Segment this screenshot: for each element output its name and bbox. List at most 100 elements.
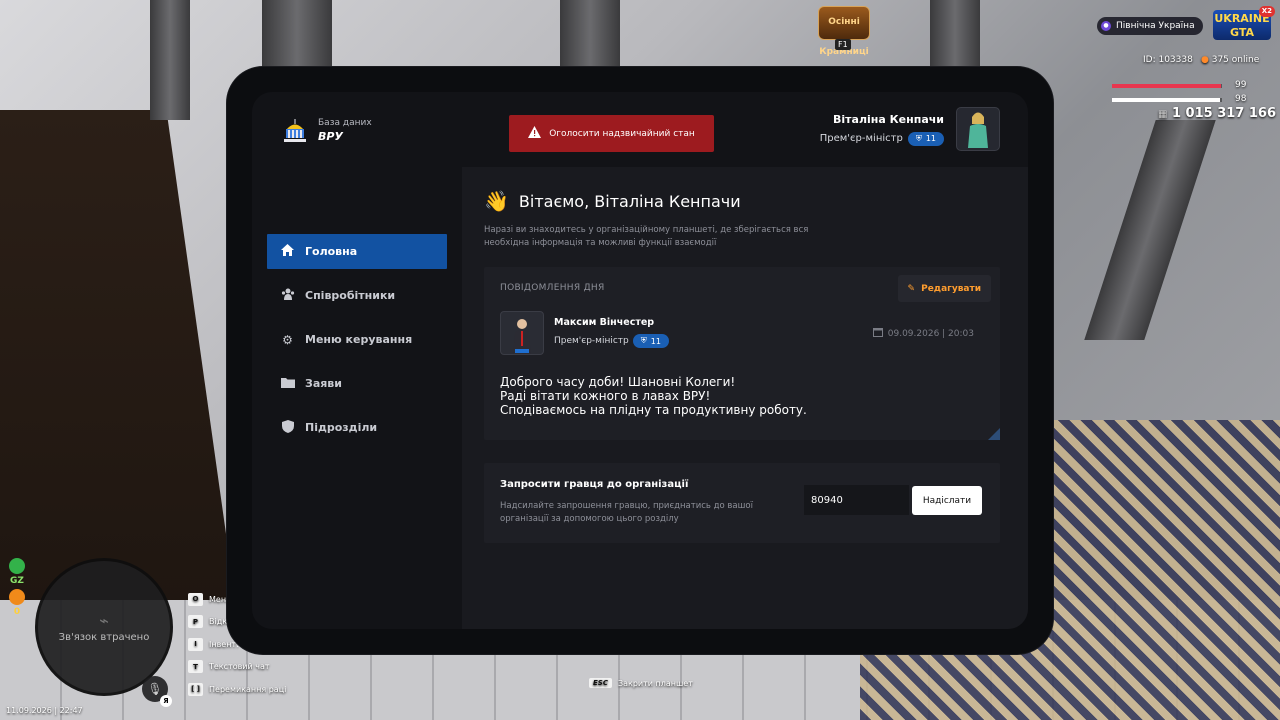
warning-icon xyxy=(528,126,542,141)
sidebar-item-label: Головна xyxy=(305,245,358,258)
author-rank-badge: ⛨ 11 xyxy=(632,334,669,348)
region-badge: ● Північна Україна xyxy=(1097,17,1203,35)
message-of-the-day-card: ПОВІДОМЛЕННЯ ДНЯ ✎ Редагувати Максим Він… xyxy=(484,267,1000,440)
keybind-label: Текстовий чат xyxy=(209,662,270,672)
declare-emergency-label: Оголосити надзвичайний стан xyxy=(549,128,695,139)
declare-emergency-button[interactable]: Оголосити надзвичайний стан xyxy=(509,115,714,152)
intro-text: Наразі ви знаходитесь у організаційному … xyxy=(484,225,809,248)
datetime: 11.09.2026 | 22:47 xyxy=(6,706,83,715)
greeting: 👋 Вітаємо, Віталіна Кенпачи xyxy=(484,189,741,213)
author-avatar xyxy=(500,311,544,355)
player-id: ID: 103338 xyxy=(1143,55,1193,65)
keybind-label: Відк xyxy=(209,617,228,627)
keybind-row: [ ] Перемикання раці xyxy=(188,678,286,701)
gz-label: GZ xyxy=(10,576,24,586)
sidebar-item-employees[interactable]: Співробітники xyxy=(267,278,447,313)
online-dot-icon: ● xyxy=(1201,55,1209,65)
key-cap: [ ] xyxy=(188,682,203,696)
user-avatar xyxy=(956,107,1000,151)
user-role: Прем'єр-міністр xyxy=(819,133,903,144)
money-value: 1 015 317 166 xyxy=(1171,106,1277,121)
armor-fill xyxy=(1112,98,1220,102)
region-label: Північна Україна xyxy=(1116,21,1195,31)
tablet-screen: База даних ВРУ Оголосити надзвичайний ст… xyxy=(252,92,1028,629)
key-cap: I xyxy=(188,637,203,651)
keybind-label: Інвент. xyxy=(209,639,239,649)
beam xyxy=(930,0,980,68)
parliament-icon xyxy=(282,118,308,143)
beam xyxy=(150,0,190,120)
beam xyxy=(1084,120,1216,340)
motd-date: 09.09.2026 | 20:03 xyxy=(872,327,974,340)
money-icon: ▦ xyxy=(1158,109,1168,120)
folder-icon xyxy=(280,377,295,391)
motd-title: ПОВІДОМЛЕННЯ ДНЯ xyxy=(500,283,605,293)
sidebar-item-divisions[interactable]: Підрозділи xyxy=(267,410,447,445)
beam xyxy=(560,0,620,68)
brand-badge: X2 xyxy=(1258,6,1275,17)
keybind-label: Перемикання раці xyxy=(209,684,287,694)
weapon-status-icon xyxy=(9,589,25,605)
sidebar-item-applications[interactable]: Заяви xyxy=(267,366,447,401)
shield-status-icon xyxy=(9,558,25,574)
status-icons: GZ 0 xyxy=(8,558,26,617)
key-cap: P xyxy=(188,615,203,629)
rank-value: 11 xyxy=(925,134,936,143)
motd-line: Раді вітати кожного в лавах ВРУ! xyxy=(500,389,711,403)
sidebar-item-label: Співробітники xyxy=(305,289,396,302)
voice-key: Я xyxy=(160,695,172,707)
invite-description: Надсилайте запрошення гравцю, приєднатис… xyxy=(500,501,753,524)
brand-logo: UKRAINE GTA X2 xyxy=(1213,6,1275,40)
send-invite-button[interactable]: Надіслати xyxy=(912,486,982,515)
close-tablet-label: Закрити планшет xyxy=(617,678,693,688)
user-profile: Віталіна Кенпачи Прем'єр-міністр ⛨ 11 xyxy=(820,107,1000,151)
sidebar-nav: Головна Співробітники ⚙ Меню керування З… xyxy=(267,234,447,454)
sidebar-item-control-menu[interactable]: ⚙ Меню керування xyxy=(267,322,447,357)
rank-shield-icon: ⛨ xyxy=(640,336,647,345)
shield-icon xyxy=(280,419,295,436)
sidebar-item-label: Заяви xyxy=(305,377,342,390)
beam xyxy=(262,0,332,70)
author-rank-value: 11 xyxy=(650,336,661,346)
greeting-text: Вітаємо, Віталіна Кенпачи xyxy=(518,191,741,211)
org-subtitle: База даних xyxy=(318,118,372,128)
pencil-icon: ✎ xyxy=(907,283,916,294)
key-cap: T xyxy=(188,660,203,674)
author-role-row: Прем'єр-міністр ⛨ 11 xyxy=(554,334,669,348)
home-icon xyxy=(280,244,295,259)
invite-title: Запросити гравця до організації xyxy=(500,479,689,490)
rank-shield-icon: ⛨ xyxy=(915,133,922,143)
sidebar-item-label: Меню керування xyxy=(305,333,413,346)
keybind-row: T Текстовий чат xyxy=(188,656,286,679)
money-display: ▦ 1 015 317 166 xyxy=(1158,106,1276,121)
user-name: Віталіна Кенпачи xyxy=(833,112,944,126)
author-role: Прем'єр-міністр xyxy=(554,336,629,346)
player-id-input[interactable] xyxy=(804,485,909,515)
edit-motd-button[interactable]: ✎ Редагувати xyxy=(897,275,991,302)
gz-value: 0 xyxy=(13,607,21,617)
event-key-hint: F1 xyxy=(835,39,851,50)
health-fill xyxy=(1112,84,1221,88)
close-tablet-hint: ESC Закрити планшет xyxy=(589,678,693,688)
event-logo: Осінні Крамниці xyxy=(818,6,870,57)
motd-date-text: 09.09.2026 | 20:03 xyxy=(887,328,974,339)
armor-value: 98 xyxy=(1235,94,1247,104)
author-name: Максим Вінчестер xyxy=(554,317,655,328)
sidebar-item-home[interactable]: Головна xyxy=(267,234,447,269)
resize-handle[interactable] xyxy=(988,428,1000,440)
radar-status-text: Зв'язок втрачено xyxy=(58,631,150,643)
main-content: 👋 Вітаємо, Віталіна Кенпачи Наразі ви зн… xyxy=(462,167,1028,629)
users-icon xyxy=(280,288,295,303)
motd-line: Сподіваємось на плідну та продуктивну ро… xyxy=(500,403,807,417)
rank-badge: ⛨ 11 xyxy=(907,131,944,146)
armor-bar xyxy=(1112,98,1222,102)
motd-message: Доброго часу доби! Шановні Колеги! Раді … xyxy=(500,375,807,417)
health-bar xyxy=(1112,84,1222,88)
org-header: База даних ВРУ xyxy=(282,118,372,143)
invite-player-card: Запросити гравця до організації Надсилай… xyxy=(484,463,1000,543)
online-label: 375 online xyxy=(1211,55,1260,65)
motd-line: Доброго часу доби! Шановні Колеги! xyxy=(500,375,736,389)
no-signal-icon: ⌁ xyxy=(99,610,109,630)
key-cap: O xyxy=(188,592,203,606)
org-name: ВРУ xyxy=(318,130,343,143)
